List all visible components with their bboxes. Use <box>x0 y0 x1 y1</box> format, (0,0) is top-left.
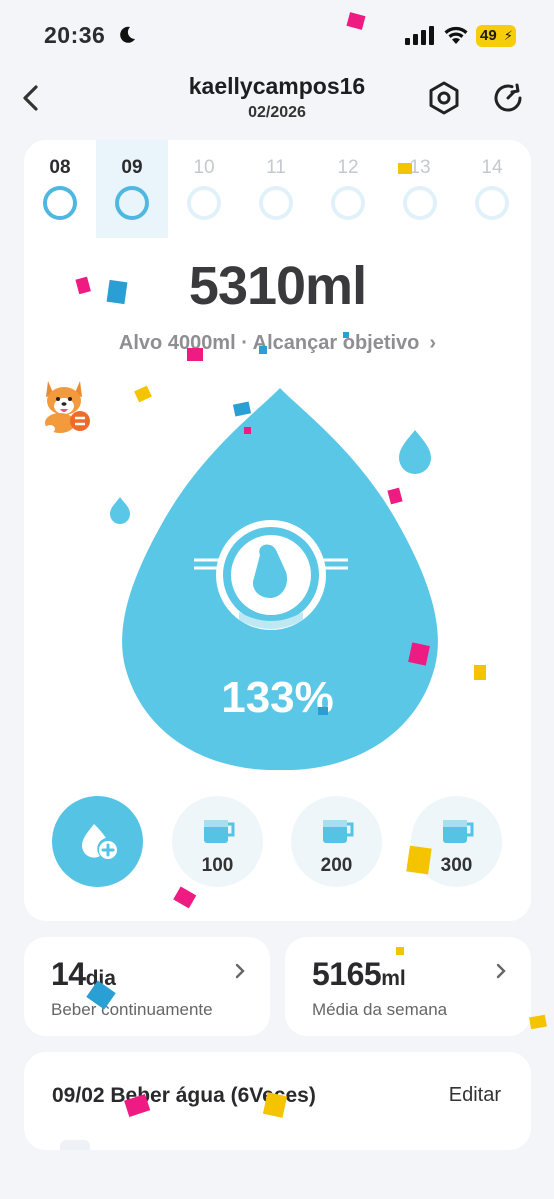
day-progress-ring <box>259 186 293 220</box>
page-title: kaellycampos16 <box>188 73 366 99</box>
wifi-icon <box>444 26 468 44</box>
page-subtitle-month: 02/2026 <box>248 104 306 121</box>
goal-link[interactable]: Alvo 4000ml · Alcançar objetivo › <box>24 332 531 355</box>
drink-log-card: 09/02 Beber água (6Veces) Editar <box>24 1052 531 1150</box>
moon-icon <box>120 26 135 43</box>
status-time: 20:36 <box>44 22 106 48</box>
settings-hexagon-icon[interactable] <box>426 80 462 116</box>
day-09[interactable]: 09 <box>96 140 168 238</box>
average-unit: ml <box>381 967 406 990</box>
edit-log-button[interactable]: Editar <box>449 1084 501 1107</box>
history-refresh-icon[interactable] <box>490 80 526 116</box>
day-label: 10 <box>193 157 215 178</box>
cup-icon <box>443 820 474 843</box>
average-label: Média da semana <box>312 1000 448 1019</box>
average-number: 5165 <box>312 956 382 992</box>
chevron-right-icon <box>496 963 506 979</box>
charging-bolt-icon: ⚡ <box>503 28 513 43</box>
day-14[interactable]: 14 <box>456 140 528 238</box>
day-progress-ring <box>331 186 365 220</box>
day-progress-ring <box>43 186 77 220</box>
day-11[interactable]: 11 <box>240 140 312 238</box>
custom-add-water-button[interactable] <box>52 796 143 887</box>
streak-number: 14 <box>51 956 86 992</box>
week-day-selector: 08 09 10 11 12 13 14 <box>24 140 531 238</box>
goal-text: Alvo 4000ml · Alcançar objetivo <box>118 332 420 354</box>
cup-amount-label: 100 <box>201 855 234 876</box>
status-bar: 20:36 49 ⚡ <box>0 0 554 70</box>
day-progress-ring <box>403 186 437 220</box>
chevron-right-icon: › <box>429 332 437 354</box>
hydration-card: 08 09 10 11 12 13 14 5310ml Alvo 4000ml … <box>24 140 531 921</box>
quick-add-row: 100 200 300 <box>24 796 531 891</box>
day-progress-ring <box>475 186 509 220</box>
water-drop-plus-icon <box>82 824 117 859</box>
day-progress-ring <box>187 186 221 220</box>
day-label: 14 <box>481 157 503 178</box>
streak-unit: dia <box>85 967 116 990</box>
total-intake-amount: 5310ml <box>188 256 367 316</box>
day-label: 13 <box>409 157 431 178</box>
streak-value: 14dia <box>51 956 116 993</box>
day-label: 09 <box>121 157 143 178</box>
day-label: 12 <box>337 157 359 178</box>
day-progress-ring <box>115 186 149 220</box>
day-08[interactable]: 08 <box>24 140 96 238</box>
log-entry-icon <box>60 1140 90 1150</box>
day-label: 11 <box>266 157 286 178</box>
add-200ml-button[interactable]: 200 <box>291 796 382 887</box>
add-100ml-button[interactable]: 100 <box>172 796 263 887</box>
cup-amount-label: 200 <box>320 855 353 876</box>
log-title: 09/02 Beber água (6Veces) <box>52 1084 316 1107</box>
battery-indicator: 49 ⚡ <box>476 25 516 47</box>
day-label: 08 <box>49 157 71 178</box>
cup-icon <box>204 820 235 843</box>
streak-label: Beber continuamente <box>51 1000 213 1019</box>
weekly-average-card[interactable]: 5165ml Média da semana <box>285 937 531 1036</box>
day-10[interactable]: 10 <box>168 140 240 238</box>
day-12[interactable]: 12 <box>312 140 384 238</box>
cup-amount-label: 300 <box>440 855 473 876</box>
day-13[interactable]: 13 <box>384 140 456 238</box>
streak-card[interactable]: 14dia Beber continuamente <box>24 937 270 1036</box>
add-300ml-button[interactable]: 300 <box>411 796 502 887</box>
cup-icon <box>323 820 354 843</box>
average-value: 5165ml <box>312 956 406 993</box>
goal-percent: 133% <box>221 673 334 722</box>
cellular-signal-icon <box>405 26 434 45</box>
chevron-right-icon <box>235 963 245 979</box>
battery-level: 49 <box>480 27 497 44</box>
